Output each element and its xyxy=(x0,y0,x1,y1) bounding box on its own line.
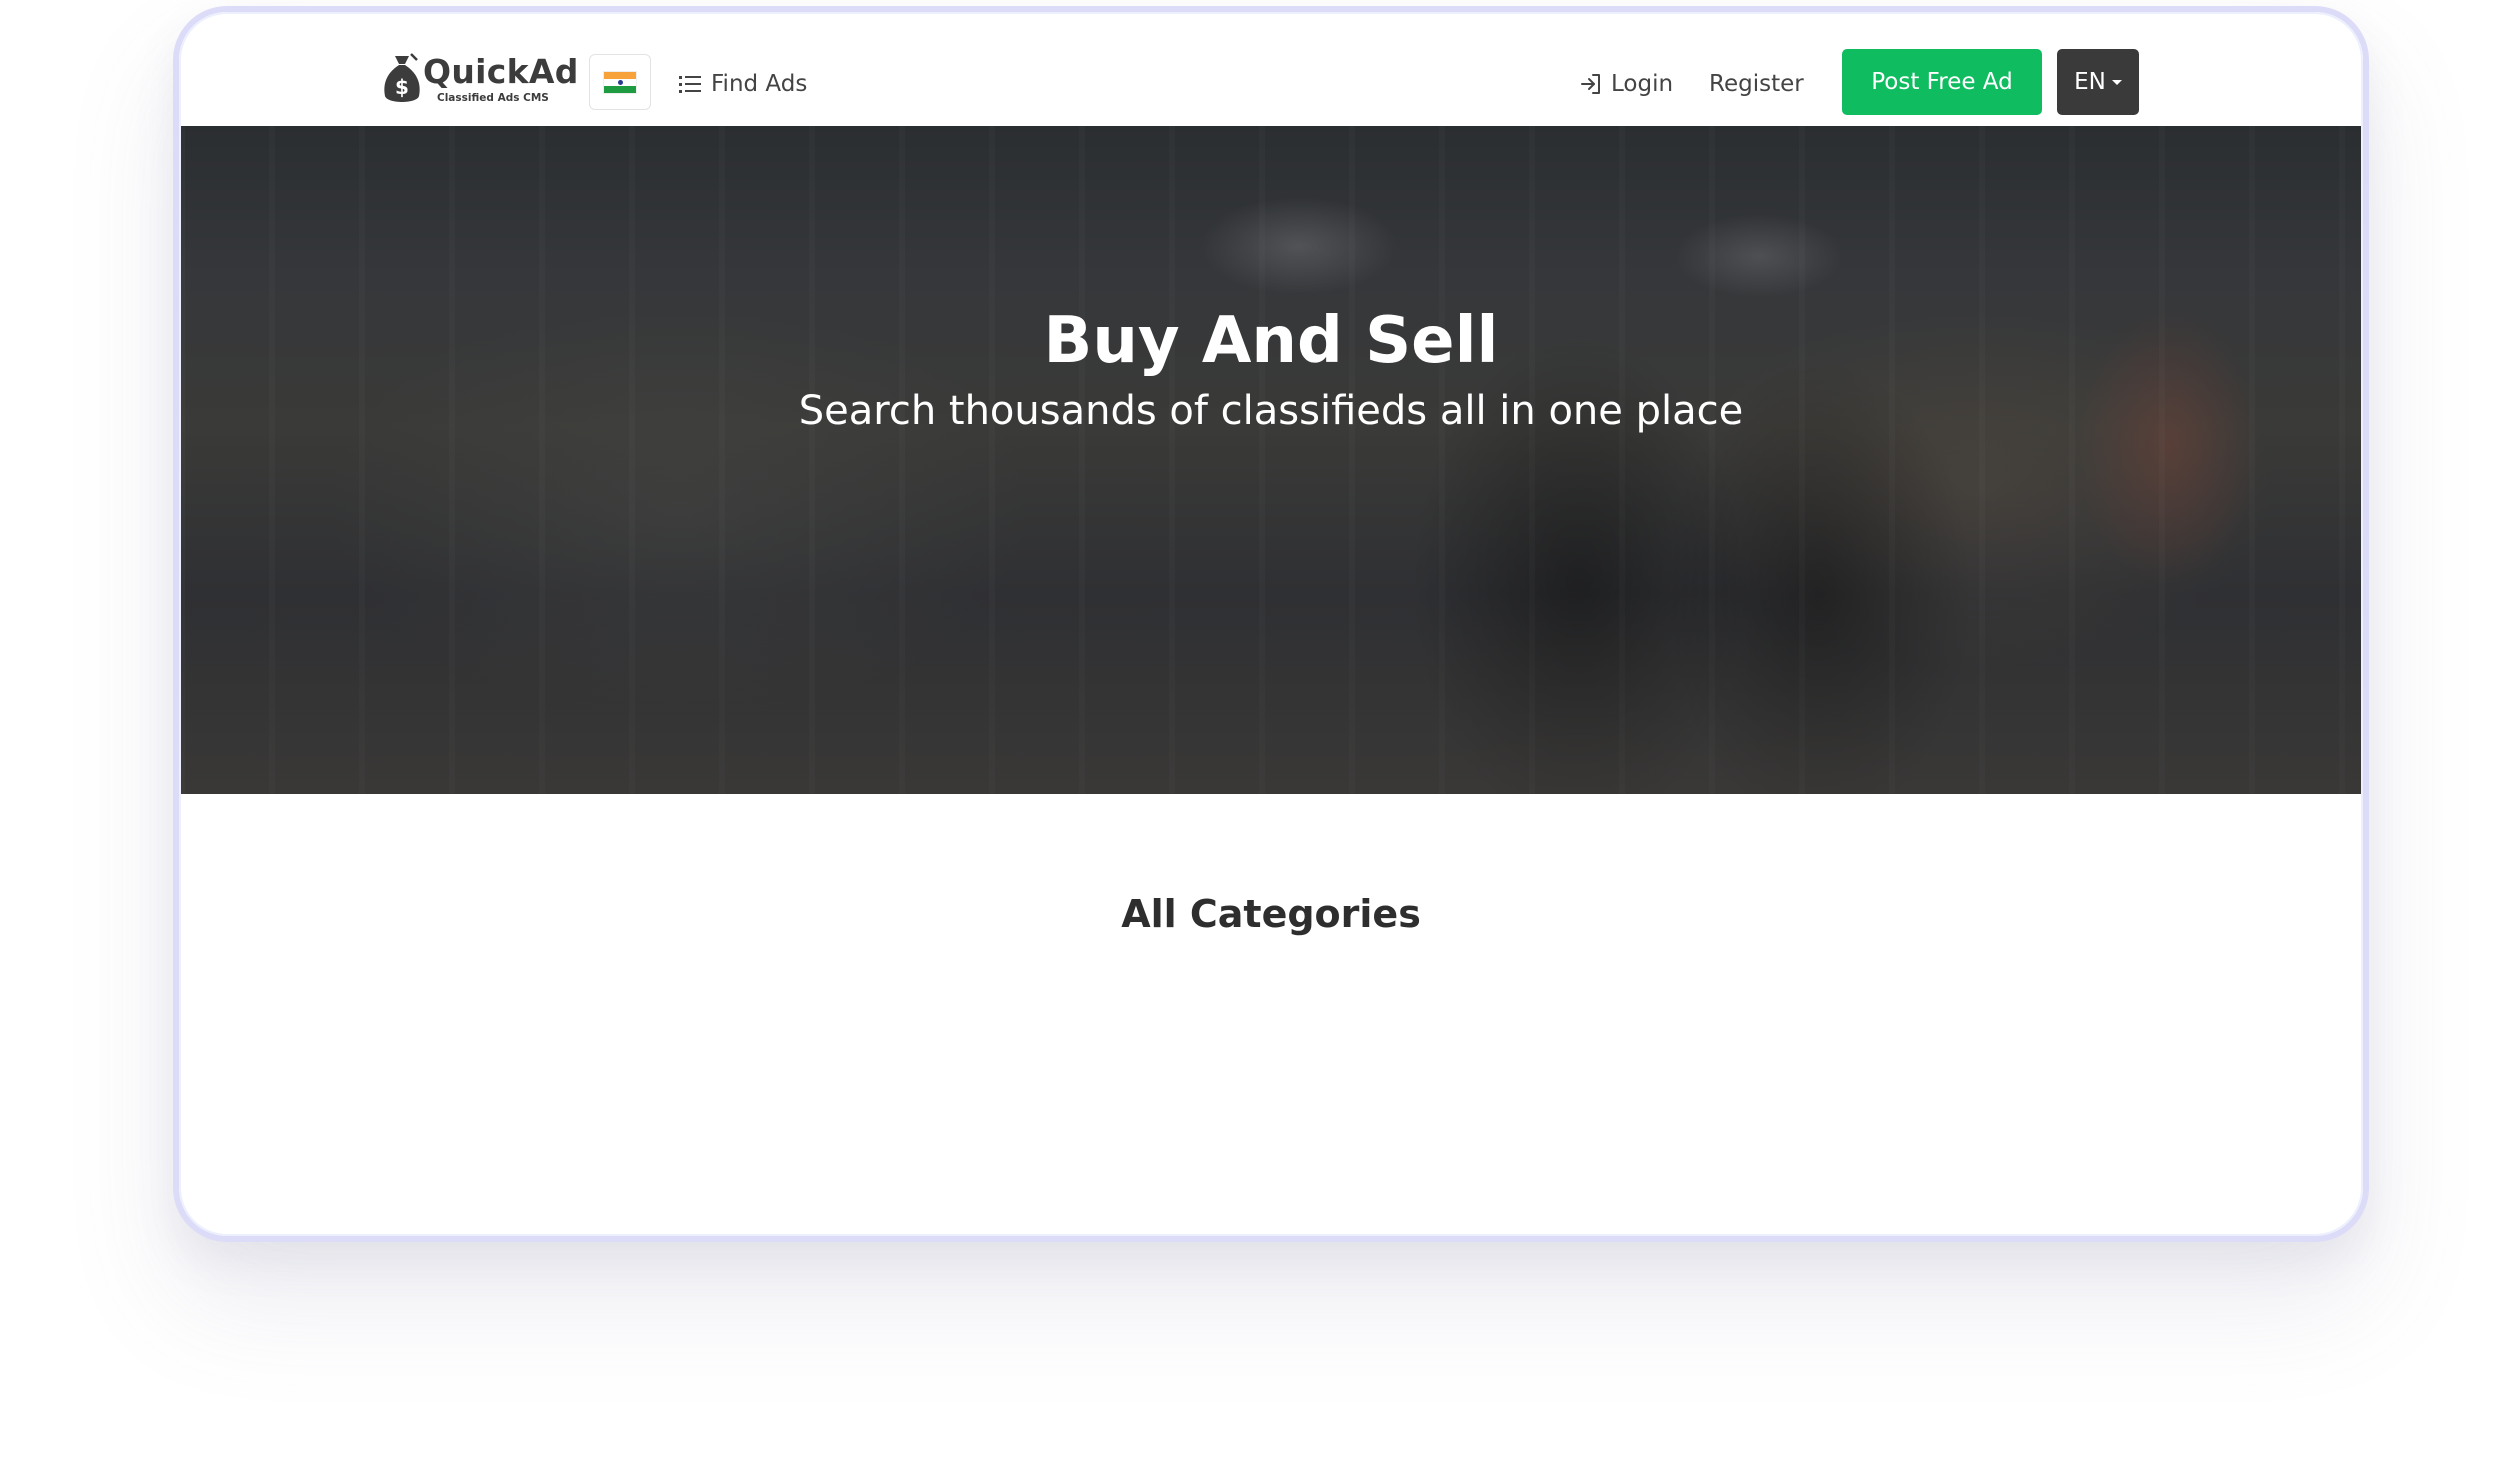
find-ads-label: Find Ads xyxy=(711,71,808,97)
logo-tagline: Classified Ads CMS xyxy=(437,92,549,104)
svg-text:$: $ xyxy=(395,75,409,99)
hero-subtitle: Search thousands of classifieds all in o… xyxy=(798,388,1744,434)
register-link[interactable]: Register xyxy=(1709,64,1804,104)
login-link[interactable]: Login xyxy=(1579,64,1673,104)
list-icon xyxy=(679,74,701,94)
caret-down-icon xyxy=(2111,79,2122,85)
register-label: Register xyxy=(1709,71,1804,97)
top-navbar: $ QuickAd Classified Ads CMS Find Ads Lo… xyxy=(179,12,2363,126)
login-arrow-icon xyxy=(1581,74,1600,94)
language-label: EN xyxy=(2074,69,2106,95)
find-ads-link[interactable]: Find Ads xyxy=(679,64,807,104)
browser-window: $ QuickAd Classified Ads CMS Find Ads Lo… xyxy=(173,6,2369,1242)
india-flag-icon xyxy=(603,70,637,94)
login-label: Login xyxy=(1611,71,1674,97)
hero-title: Buy And Sell xyxy=(1043,304,1499,378)
hero-banner: Buy And Sell Search thousands of classif… xyxy=(179,126,2363,794)
logo[interactable]: $ QuickAd Classified Ads CMS xyxy=(381,50,578,114)
logo-name: QuickAd xyxy=(423,52,579,91)
country-selector-button[interactable] xyxy=(589,54,651,110)
post-free-ad-button[interactable]: Post Free Ad xyxy=(1842,49,2042,115)
language-dropdown[interactable]: EN xyxy=(2057,49,2139,115)
categories-heading: All Categories xyxy=(1121,892,1421,936)
money-bag-icon: $ xyxy=(384,53,420,102)
